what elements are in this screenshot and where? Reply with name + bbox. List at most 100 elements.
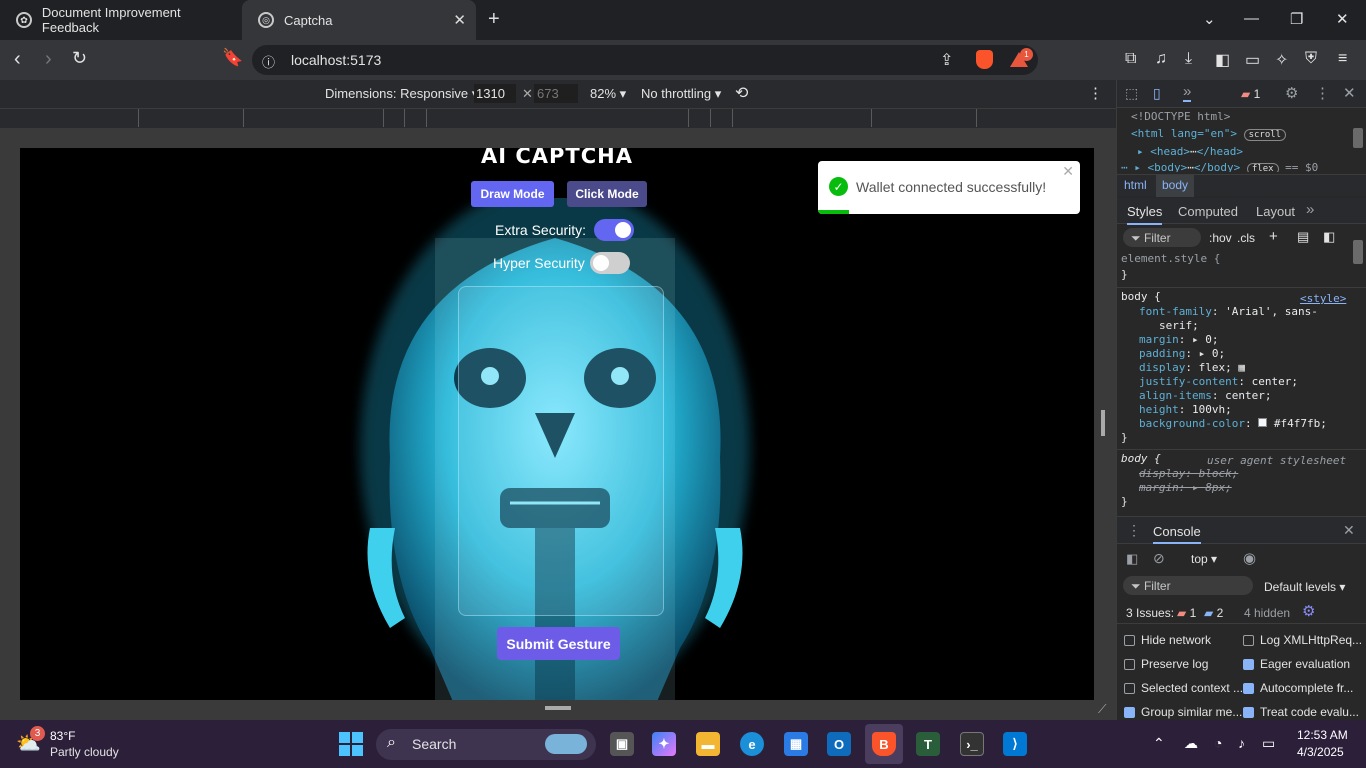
decl-padding[interactable]: padding: ▸ 0; bbox=[1139, 347, 1225, 360]
hyper-security-toggle[interactable] bbox=[589, 252, 630, 274]
zoom-select[interactable]: 82% ▾ bbox=[590, 86, 626, 102]
close-drawer-icon[interactable]: ✕ bbox=[1343, 522, 1355, 539]
hov-button[interactable]: :hov bbox=[1209, 231, 1232, 245]
forward-button[interactable]: › bbox=[45, 48, 52, 71]
outlook-icon[interactable]: O bbox=[827, 732, 851, 756]
windows-start-icon[interactable] bbox=[339, 732, 363, 756]
share-icon[interactable]: ⇪ bbox=[940, 50, 953, 70]
inspect-icon[interactable]: ⬚ bbox=[1125, 85, 1138, 102]
console-sidebar-icon[interactable]: ◧ bbox=[1126, 551, 1138, 567]
menu-icon[interactable]: ≡ bbox=[1338, 50, 1347, 68]
reload-button[interactable]: ↻ bbox=[72, 48, 87, 69]
volume-icon[interactable]: ♪ bbox=[1238, 735, 1245, 751]
terminal-icon[interactable]: ›_ bbox=[960, 732, 984, 756]
toggle-sidebar-icon[interactable]: ◧ bbox=[1323, 229, 1335, 245]
height-input[interactable]: 673 bbox=[534, 84, 578, 103]
vscode-icon[interactable]: ⟩ bbox=[1003, 732, 1027, 756]
site-info-icon[interactable]: ⓘ bbox=[262, 52, 275, 71]
crumb-html[interactable]: html bbox=[1124, 178, 1147, 192]
console-filter-input[interactable]: ⏷ Filter bbox=[1123, 576, 1253, 595]
clear-console-icon[interactable]: ⊘ bbox=[1153, 550, 1165, 567]
doctype-node[interactable]: <!DOCTYPE html> bbox=[1131, 110, 1230, 123]
close-tab-icon[interactable]: ✕ bbox=[453, 11, 466, 29]
draw-mode-button[interactable]: Draw Mode bbox=[471, 181, 554, 207]
copilot-icon[interactable]: ✦ bbox=[652, 732, 676, 756]
context-select[interactable]: top ▾ bbox=[1191, 552, 1217, 566]
cls-button[interactable]: .cls bbox=[1237, 231, 1255, 245]
weather-desc[interactable]: Partly cloudy bbox=[50, 745, 119, 759]
edge-icon[interactable]: e bbox=[740, 732, 764, 756]
clock-time[interactable]: 12:53 AM bbox=[1297, 728, 1348, 742]
resize-handle-side[interactable] bbox=[1101, 410, 1105, 436]
decl-font-family[interactable]: font-family: 'Arial', sans- bbox=[1139, 305, 1318, 318]
html-node[interactable]: <html lang="en"> scroll bbox=[1131, 127, 1287, 141]
issues-error-count[interactable]: ▰ 1 bbox=[1177, 606, 1196, 620]
resize-handle-bottom[interactable] bbox=[545, 706, 571, 710]
more-options-icon[interactable]: ⋮ bbox=[1088, 84, 1103, 102]
issues-counter[interactable]: ▰ 1 bbox=[1241, 87, 1260, 101]
decl-background-color[interactable]: background-color: #f4f7fb; bbox=[1139, 417, 1327, 430]
decl-align-items[interactable]: align-items: center; bbox=[1139, 389, 1271, 402]
throttling-select[interactable]: No throttling ▾ bbox=[641, 86, 721, 102]
console-settings-icon[interactable]: ⚙ bbox=[1302, 602, 1315, 620]
sidebar-icon[interactable]: ◧ bbox=[1215, 50, 1230, 70]
downloads-icon[interactable]: ⤓ bbox=[1185, 50, 1192, 68]
tab-search-icon[interactable]: ⌄ bbox=[1203, 10, 1216, 28]
microsoft-store-icon[interactable]: ▦ bbox=[784, 732, 808, 756]
elements-scrollbar[interactable] bbox=[1353, 128, 1363, 148]
more-tabs-icon[interactable]: » bbox=[1183, 83, 1192, 102]
decl-justify-content[interactable]: justify-content: center; bbox=[1139, 375, 1298, 388]
dimensions-select[interactable]: Dimensions: Responsive ▾ bbox=[325, 86, 478, 102]
crumb-body[interactable]: body bbox=[1156, 175, 1195, 197]
minimize-button[interactable]: — bbox=[1244, 10, 1259, 27]
task-view-icon[interactable]: ▣ bbox=[610, 732, 634, 756]
decl-height[interactable]: height: 100vh; bbox=[1139, 403, 1232, 416]
tab-layout[interactable]: Layout bbox=[1256, 204, 1295, 219]
back-button[interactable]: ‹ bbox=[14, 48, 21, 71]
maximize-button[interactable]: ❐ bbox=[1290, 10, 1303, 28]
option-autocomplete[interactable]: Autocomplete fr... bbox=[1243, 681, 1366, 697]
log-levels-select[interactable]: Default levels ▾ bbox=[1264, 580, 1345, 594]
device-toggle-icon[interactable]: ▯ bbox=[1153, 85, 1161, 102]
tex-icon[interactable]: T bbox=[916, 732, 940, 756]
tab-document-feedback[interactable]: ✿ Document Improvement Feedback bbox=[0, 0, 240, 40]
option-treat-code-eval[interactable]: Treat code evalu... bbox=[1243, 705, 1366, 721]
resize-handle-corner[interactable]: ⟋ bbox=[1098, 702, 1106, 717]
cloud-off-icon[interactable]: ☁ bbox=[1184, 735, 1198, 752]
submit-gesture-button[interactable]: Submit Gesture bbox=[497, 627, 620, 660]
width-input[interactable]: 1310 bbox=[474, 84, 516, 103]
color-swatch[interactable] bbox=[1258, 418, 1268, 427]
url-text[interactable]: localhost:5173 bbox=[291, 52, 381, 68]
leo-ai-icon[interactable]: ✧ bbox=[1275, 50, 1288, 70]
wifi-icon[interactable]: ◔ bbox=[1214, 735, 1222, 751]
settings-icon[interactable]: ⚙ bbox=[1285, 84, 1298, 102]
live-expression-icon[interactable]: ◉ bbox=[1243, 549, 1256, 567]
option-preserve-log[interactable]: Preserve log bbox=[1124, 657, 1242, 673]
devtools-menu-icon[interactable]: ⋮ bbox=[1315, 84, 1330, 102]
flex-editor-icon[interactable]: ▦ bbox=[1238, 361, 1245, 374]
option-group-similar[interactable]: Group similar me... bbox=[1124, 705, 1242, 721]
drawer-menu-icon[interactable]: ⋮ bbox=[1127, 522, 1141, 539]
bookmark-icon[interactable]: 🔖 bbox=[222, 48, 243, 68]
tray-chevron-icon[interactable]: ⌃ bbox=[1153, 735, 1165, 752]
close-devtools-icon[interactable]: ✕ bbox=[1343, 84, 1356, 102]
paint-icon[interactable]: ▤ bbox=[1297, 229, 1309, 245]
body-node[interactable]: ⋯ ▸ <body>⋯</body> flex == $0 bbox=[1121, 161, 1318, 172]
media-icon[interactable]: ♫ bbox=[1155, 50, 1167, 68]
close-window-button[interactable]: ✕ bbox=[1336, 10, 1349, 28]
vpn-icon[interactable]: ⛨ bbox=[1305, 50, 1317, 68]
decl-display[interactable]: display: flex; ▦ bbox=[1139, 361, 1245, 374]
rule-source-link[interactable]: <style> bbox=[1300, 292, 1346, 305]
decl-margin[interactable]: margin: ▸ 0; bbox=[1139, 333, 1219, 346]
weather-temp[interactable]: 83°F bbox=[50, 729, 75, 743]
brave-taskbar-icon[interactable]: B bbox=[872, 732, 896, 756]
brave-shields-icon[interactable] bbox=[976, 50, 993, 69]
issues-info-count[interactable]: ▰ 2 bbox=[1204, 606, 1223, 620]
option-hide-network[interactable]: Hide network bbox=[1124, 633, 1242, 649]
option-log-xhr[interactable]: Log XMLHttpReq... bbox=[1243, 633, 1366, 649]
rotate-icon[interactable]: ⟲ bbox=[735, 83, 748, 103]
wallet-icon[interactable]: ▭ bbox=[1245, 50, 1260, 70]
gesture-canvas[interactable] bbox=[458, 286, 664, 616]
new-rule-icon[interactable]: + bbox=[1269, 228, 1278, 245]
clock-date[interactable]: 4/3/2025 bbox=[1297, 745, 1344, 759]
